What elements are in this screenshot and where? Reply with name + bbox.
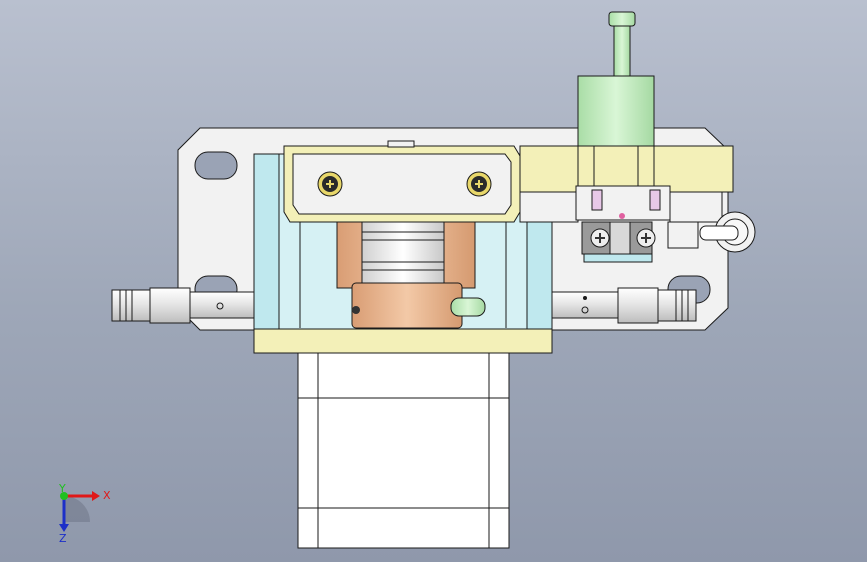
stepper-motor xyxy=(297,351,510,549)
axis-triad: X Y Z xyxy=(58,484,111,544)
cylinder-right xyxy=(551,287,697,324)
gear-coupling xyxy=(336,219,486,329)
cad-viewport[interactable]: X Y Z xyxy=(0,0,867,562)
cylinder-left xyxy=(111,287,255,324)
x-axis-label: X xyxy=(103,489,111,502)
assembly-drawing xyxy=(111,11,756,549)
solenoid-coil xyxy=(577,11,655,187)
yellow-clamp-block xyxy=(283,140,521,223)
y-axis-label: Y xyxy=(58,484,66,495)
z-axis-label: Z xyxy=(59,532,67,544)
screw-right xyxy=(466,171,492,197)
valve-screw-right xyxy=(636,228,656,248)
valve-screw-left xyxy=(590,228,610,248)
base-plate xyxy=(253,327,553,354)
set-screw-hole xyxy=(352,306,360,314)
slot-hole-top-left xyxy=(194,151,238,180)
screw-left xyxy=(317,171,343,197)
triad-shadow-icon xyxy=(64,496,90,522)
